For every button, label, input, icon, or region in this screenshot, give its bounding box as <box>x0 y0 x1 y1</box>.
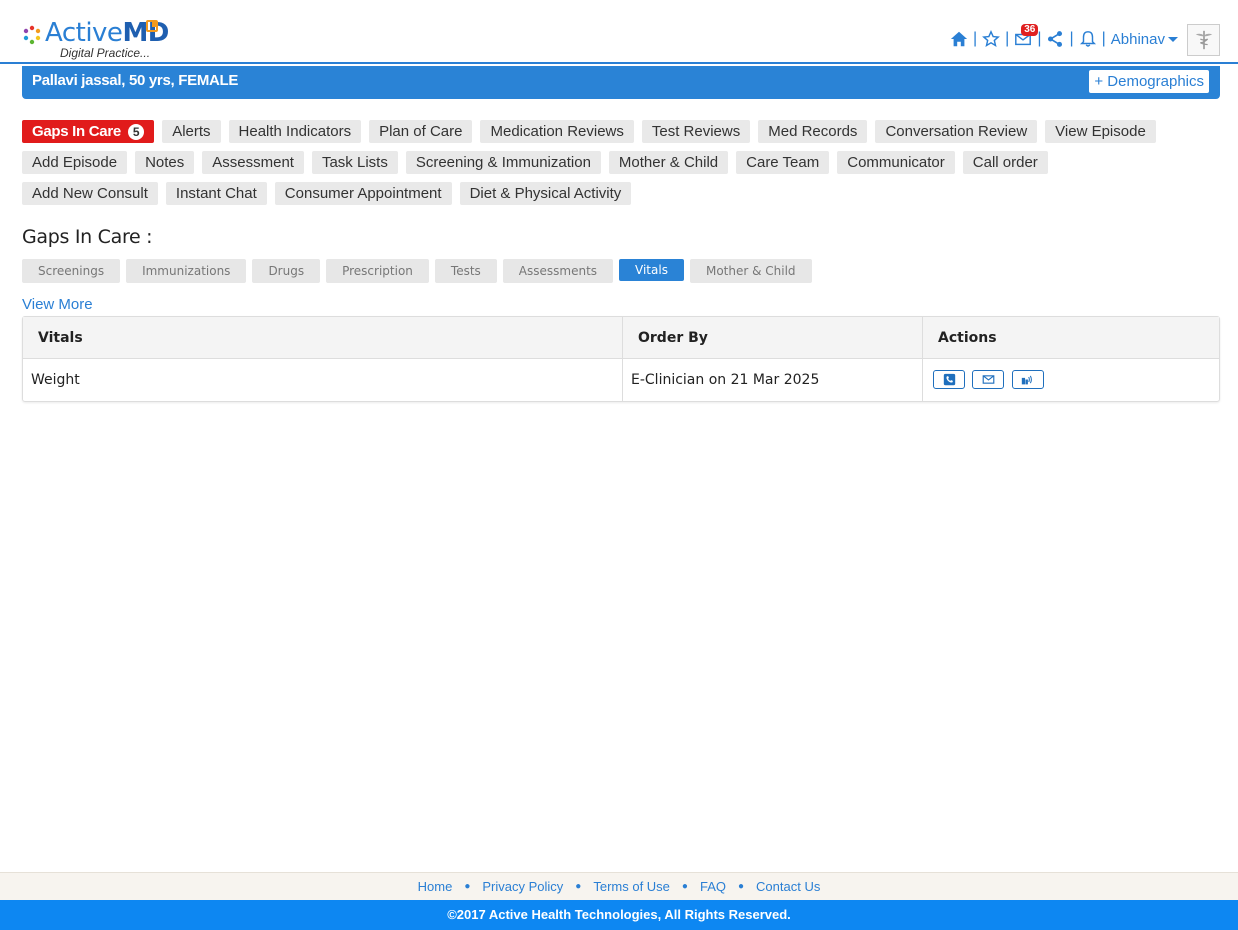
share-icon[interactable] <box>1046 30 1064 48</box>
vital-name: Weight <box>31 372 80 388</box>
table-header-row: Vitals Order By Actions <box>23 317 1219 359</box>
copyright-text: ©2017 Active Health Technologies, All Ri… <box>0 900 1238 930</box>
footer-link-terms-of-use[interactable]: Terms of Use <box>593 879 670 894</box>
order-by: E-Clinician on 21 Mar 2025 <box>622 359 922 401</box>
nav-row-2: Add Episode Notes Assessment Task Lists … <box>22 151 1222 174</box>
row-actions <box>922 359 1219 401</box>
subtab-assessments[interactable]: Assessments <box>502 259 614 283</box>
footer-links: Home ● Privacy Policy ● Terms of Use ● F… <box>0 872 1238 900</box>
tab-mother-child[interactable]: Mother & Child <box>608 151 729 174</box>
tab-call-order[interactable]: Call order <box>962 151 1048 174</box>
subtab-immunizations[interactable]: Immunizations <box>126 259 247 283</box>
patient-banner: Pallavi jassal, 50 yrs, FEMALE + Demogra… <box>22 66 1220 99</box>
vitals-table: Vitals Order By Actions Weight E-Clinici… <box>22 316 1220 402</box>
avatar[interactable] <box>1187 24 1220 56</box>
star-icon[interactable] <box>982 30 1001 48</box>
voice-icon <box>1022 375 1033 385</box>
tab-medication-reviews[interactable]: Medication Reviews <box>480 120 634 143</box>
subtab-prescription[interactable]: Prescription <box>326 259 429 283</box>
activemd-logo[interactable]: ActiveMD Digital Practice... <box>22 18 169 62</box>
nav-row-1: Gaps In Care 5 Alerts Health Indicators … <box>22 120 1222 143</box>
voice-call-button[interactable] <box>1011 370 1044 389</box>
view-more-link[interactable]: View More <box>22 296 93 313</box>
subtab-screenings[interactable]: Screenings <box>22 259 121 283</box>
column-header-vitals: Vitals <box>23 317 622 359</box>
brand-tagline: Digital Practice... <box>60 46 151 60</box>
tab-communicator[interactable]: Communicator <box>837 151 955 174</box>
app-header: ActiveMD Digital Practice... | | 36 | | … <box>0 0 1238 64</box>
tab-task-lists[interactable]: Task Lists <box>311 151 398 174</box>
mail-icon[interactable]: 36 <box>1014 24 1039 48</box>
tab-care-team[interactable]: Care Team <box>736 151 830 174</box>
subtab-tests[interactable]: Tests <box>434 259 497 283</box>
footer-link-contact-us[interactable]: Contact Us <box>756 879 820 894</box>
user-menu[interactable]: Abhinav <box>1111 31 1178 48</box>
nav-row-3: Add New Consult Instant Chat Consumer Ap… <box>22 182 1222 205</box>
tab-view-episode[interactable]: View Episode <box>1045 120 1156 143</box>
tab-consumer-appointment[interactable]: Consumer Appointment <box>274 182 452 205</box>
bell-icon[interactable] <box>1079 30 1097 48</box>
tab-med-records[interactable]: Med Records <box>758 120 868 143</box>
tab-alerts[interactable]: Alerts <box>162 120 221 143</box>
tab-diet-physical-activity[interactable]: Diet & Physical Activity <box>459 182 632 205</box>
logo-accent-icon <box>146 20 158 32</box>
subtab-mother-child[interactable]: Mother & Child <box>689 259 812 283</box>
user-name: Abhinav <box>1110 30 1165 48</box>
phone-icon <box>943 373 955 386</box>
table-row: Weight E-Clinician on 21 Mar 2025 <box>23 359 1219 401</box>
top-toolbar: | | 36 | | | Abhinav <box>950 24 1178 50</box>
patient-nav-tabs: Gaps In Care 5 Alerts Health Indicators … <box>22 120 1222 213</box>
gaps-subtabs: Screenings Immunizations Drugs Prescript… <box>22 259 812 283</box>
patient-summary: Pallavi jassal, 50 yrs, FEMALE <box>32 72 239 89</box>
subtab-vitals[interactable]: Vitals <box>619 259 684 281</box>
subtab-drugs[interactable]: Drugs <box>252 259 321 283</box>
tab-gaps-in-care[interactable]: Gaps In Care 5 <box>22 120 155 143</box>
tab-assessment[interactable]: Assessment <box>202 151 304 174</box>
tab-add-new-consult[interactable]: Add New Consult <box>22 182 158 205</box>
column-header-order-by: Order By <box>622 317 922 359</box>
tab-conversation-review[interactable]: Conversation Review <box>875 120 1038 143</box>
call-button[interactable] <box>933 370 965 389</box>
logo-flower-icon <box>23 25 41 45</box>
tab-plan-of-care[interactable]: Plan of Care <box>369 120 473 143</box>
column-header-actions: Actions <box>922 317 1219 359</box>
tab-instant-chat[interactable]: Instant Chat <box>165 182 267 205</box>
tab-test-reviews[interactable]: Test Reviews <box>641 120 751 143</box>
tab-screening-immunization[interactable]: Screening & Immunization <box>405 151 601 174</box>
tab-notes[interactable]: Notes <box>135 151 195 174</box>
demographics-button[interactable]: + Demographics <box>1089 70 1209 93</box>
footer-link-home[interactable]: Home <box>418 879 453 894</box>
caduceus-icon <box>1195 30 1212 50</box>
envelope-icon <box>982 375 995 384</box>
page-title: Gaps In Care : <box>22 226 153 248</box>
gaps-count-badge: 5 <box>127 124 145 140</box>
tab-health-indicators[interactable]: Health Indicators <box>228 120 362 143</box>
footer-link-faq[interactable]: FAQ <box>700 879 726 894</box>
mail-count-badge: 36 <box>1021 24 1039 36</box>
tab-add-episode[interactable]: Add Episode <box>22 151 128 174</box>
home-icon[interactable] <box>950 30 968 48</box>
chevron-down-icon <box>1168 36 1178 42</box>
footer-link-privacy-policy[interactable]: Privacy Policy <box>482 879 563 894</box>
email-button[interactable] <box>972 370 1005 389</box>
